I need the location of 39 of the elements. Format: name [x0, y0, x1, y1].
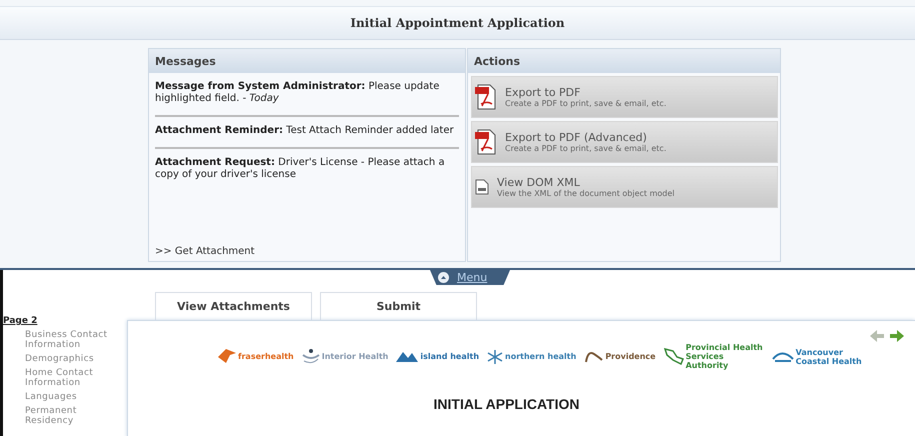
sidebar-item[interactable]: Demographics — [3, 354, 127, 364]
logo-icon — [302, 349, 320, 364]
logo-text: Interior Health — [322, 352, 388, 361]
sidebar-item[interactable]: Home Contact Information — [3, 368, 127, 388]
logo-icon — [218, 348, 236, 364]
get-attachment-link[interactable]: >> Get Attachment — [149, 246, 465, 261]
message-text: Attachment Request: Driver's License - Please attach a copy of your driver's license — [154, 156, 446, 182]
action-button[interactable]: Export to PDF (Advanced) Create a PDF to print, save & email, etc. — [471, 121, 778, 163]
action-button[interactable]: Export to PDF Create a PDF to print, save & email, etc. — [471, 76, 778, 118]
logo-icon — [487, 348, 504, 364]
pdf-file-icon — [475, 129, 497, 155]
tab-button[interactable]: Submit — [320, 292, 477, 320]
tab-button[interactable]: View Attachments — [155, 292, 312, 320]
panel-header: Actions — [468, 49, 780, 73]
message-text: Message from System Administrator: Please update highlighted field. - Today — [154, 80, 440, 106]
logo-text: Provincial Health Services Authority — [686, 343, 764, 370]
message-text: Attachment Reminder: Test Attach Reminder added later — [154, 124, 455, 138]
logo-text: northern health — [505, 352, 576, 361]
document-icon — [475, 179, 489, 195]
logo-icon — [664, 348, 684, 365]
sidebar-item[interactable]: Languages — [3, 392, 127, 402]
forward-arrow-icon[interactable] — [889, 329, 905, 343]
form-heading: INITIAL APPLICATION — [432, 396, 580, 412]
logo-icon — [584, 350, 604, 362]
window-title: Initial Appointment Application — [0, 6, 915, 40]
page-link[interactable]: Page 2 — [3, 316, 127, 326]
logo-text: Providence — [605, 352, 656, 361]
logo-icon — [772, 351, 794, 362]
logo-text: island health — [420, 352, 480, 361]
panel-header: Messages — [149, 49, 465, 73]
logo-text: fraserhealth — [238, 352, 294, 361]
sidebar-item[interactable]: Permanent Residency — [3, 406, 127, 426]
action-button[interactable]: View DOM XML View the XML of the document object model — [471, 166, 778, 208]
menu-link[interactable]: Menu — [457, 271, 488, 284]
pdf-file-icon — [475, 84, 497, 110]
sidebar-item[interactable]: Business Contact Information — [3, 330, 127, 350]
logo-icon — [396, 352, 418, 362]
logo-text: Vancouver Coastal Health — [796, 348, 863, 366]
collapse-icon[interactable] — [438, 272, 449, 283]
